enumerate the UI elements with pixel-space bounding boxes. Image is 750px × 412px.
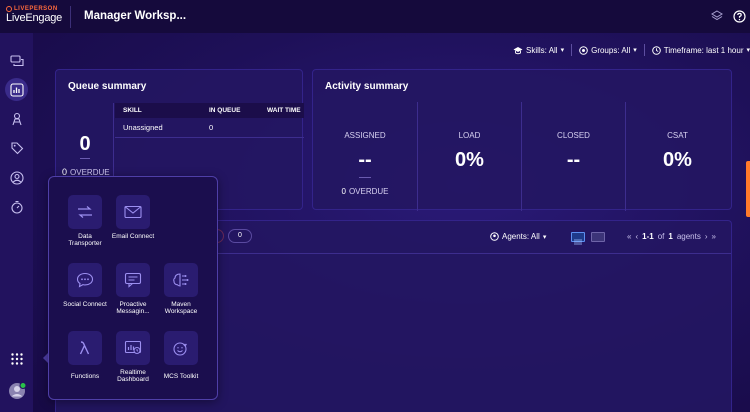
first-page-icon[interactable]: « [627, 232, 631, 241]
prev-page-icon[interactable]: ‹ [635, 232, 638, 241]
app-functions[interactable]: Functions [61, 331, 109, 380]
analytics-icon[interactable] [5, 78, 28, 101]
filter-bar: Skills: All ▾ Groups: All ▾ Timeframe: l… [513, 44, 750, 56]
left-nav [0, 33, 33, 412]
envelope-icon [124, 205, 142, 219]
metric-label: ASSIGNED [344, 131, 386, 140]
chevron-down-icon: ▾ [746, 47, 750, 54]
robot-icon[interactable] [5, 107, 28, 130]
conversations-icon[interactable] [5, 49, 28, 72]
queue-summary-title: Queue summary [68, 81, 147, 92]
layers-icon[interactable] [710, 9, 724, 23]
grid-view-toggle[interactable] [591, 232, 605, 242]
groups-filter-label: Groups: All [591, 45, 631, 55]
csat-metric: CSAT 0% [625, 102, 729, 211]
column-header-skill[interactable]: SKILL [115, 103, 201, 118]
app-label: Functions [70, 373, 100, 380]
app-maven-workspace[interactable]: Maven Workspace [157, 263, 205, 316]
load-metric: LOAD 0% [417, 102, 521, 211]
app-label: Data Transporter [68, 233, 102, 248]
metric-value: -- [358, 149, 372, 171]
list-icon [574, 239, 582, 245]
pager-count: 1 [668, 232, 673, 241]
arrows-swap-icon [78, 206, 92, 218]
metric-label: CSAT [667, 131, 688, 140]
metric-value: 0% [455, 149, 484, 171]
product-name: LiveEngage [6, 12, 63, 24]
app-data-transporter[interactable]: Data Transporter [61, 195, 109, 248]
last-page-icon[interactable]: » [712, 232, 716, 241]
closed-metric: CLOSED -- [521, 102, 625, 211]
pager-suffix: agents [676, 232, 701, 241]
app-mcs-toolkit[interactable]: MCS Toolkit [157, 331, 205, 380]
agents-filter[interactable]: Agents: All ▾ [490, 232, 546, 241]
message-icon [124, 272, 142, 288]
chevron-down-icon: ▾ [560, 47, 565, 54]
avatar[interactable] [5, 379, 28, 402]
app-realtime-dashboard[interactable]: Realtime Dashboard [109, 331, 157, 384]
next-page-icon[interactable]: › [705, 232, 708, 241]
app-label: Social Connect [63, 301, 107, 308]
skill-cell: Unassigned [115, 118, 201, 138]
brain-icon [173, 273, 189, 287]
activity-summary-title: Activity summary [325, 81, 409, 92]
graduation-cap-icon [513, 46, 523, 54]
clock-icon [651, 45, 661, 55]
skills-filter-label: Skills: All [526, 45, 558, 55]
chevron-down-icon: ▾ [633, 47, 637, 54]
app-label: Proactive Messagin... [116, 301, 150, 316]
assigned-metric: ASSIGNED -- 0 OVERDUE [313, 102, 417, 211]
chevron-down-icon: ▾ [542, 233, 547, 241]
page-title: Manager Worksp... [84, 10, 187, 22]
timer-icon[interactable] [5, 195, 28, 218]
pager-of: of [657, 232, 665, 241]
groups-filter[interactable]: Groups: All ▾ [579, 46, 637, 55]
in-queue-cell: 0 [201, 118, 259, 138]
column-header-in-queue[interactable]: IN QUEUE [201, 103, 259, 118]
wait-time-cell [259, 118, 304, 138]
apps-popover: Data Transporter Email Connect Social Co… [48, 176, 218, 400]
help-icon[interactable] [732, 9, 746, 23]
dashboard-icon [124, 340, 142, 354]
app-email-connect[interactable]: Email Connect [109, 195, 157, 240]
app-proactive-messaging[interactable]: Proactive Messagin... [109, 263, 157, 316]
feedback-tab[interactable] [746, 161, 750, 217]
metric-label: CLOSED [557, 131, 590, 140]
lambda-icon [79, 341, 90, 355]
skills-filter[interactable]: Skills: All ▾ [513, 46, 564, 55]
metric-value: -- [566, 149, 581, 171]
groups-icon [579, 45, 588, 55]
header-divider [70, 6, 71, 28]
app-social-connect[interactable]: Social Connect [61, 263, 109, 308]
queue-table: SKILL IN QUEUE WAIT TIME Unassigned 0 [115, 103, 304, 138]
metric-label: LOAD [458, 131, 481, 140]
list-view-toggle[interactable] [571, 232, 585, 245]
table-row[interactable]: Unassigned 0 [115, 118, 304, 138]
activity-summary-panel: Activity summary ASSIGNED -- 0 OVERDUE LO… [312, 69, 732, 211]
face-heart-icon [173, 342, 187, 356]
app-label: MCS Toolkit [163, 373, 199, 380]
agents-filter-label: Agents: All [502, 232, 540, 241]
tag-icon[interactable] [5, 136, 28, 159]
chat-bubble-icon [76, 272, 94, 288]
timeframe-filter[interactable]: Timeframe: last 1 hour ▾ [651, 45, 750, 55]
user-circle-icon[interactable] [5, 166, 28, 189]
pagination: « ‹ 1-1 of 1 agents › » [627, 232, 716, 241]
pager-range: 1-1 [642, 232, 654, 241]
user-circle-icon [490, 232, 499, 241]
logo[interactable]: LIVEPERSON LiveEngage [6, 6, 62, 24]
top-bar: LIVEPERSON LiveEngage Manager Worksp... [0, 0, 750, 33]
apps-grid-icon[interactable] [5, 347, 28, 370]
queue-total: 0 [79, 133, 91, 155]
timeframe-filter-label: Timeframe: last 1 hour [663, 45, 744, 55]
app-label: Maven Workspace [164, 301, 198, 316]
assigned-overdue: 0 OVERDUE [341, 187, 389, 196]
app-label: Email Connect [111, 233, 155, 240]
app-label: Realtime Dashboard [117, 369, 149, 384]
metric-value: 0% [663, 149, 692, 171]
column-header-wait-time[interactable]: WAIT TIME [259, 103, 304, 118]
status-chip-count[interactable]: 0 [228, 229, 252, 243]
